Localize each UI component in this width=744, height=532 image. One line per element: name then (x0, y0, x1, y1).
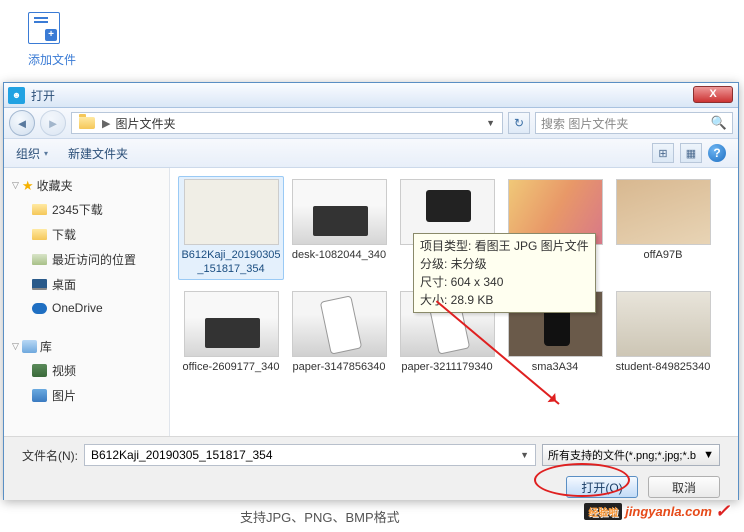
file-name: paper-3147856340 (293, 360, 386, 374)
sidebar-item-recent[interactable]: 最近访问的位置 (10, 247, 163, 272)
sidebar-libraries[interactable]: ▽ 库 (10, 335, 163, 358)
chevron-down-icon: ▽ (12, 180, 19, 191)
picture-icon (32, 389, 47, 402)
file-name: desk-1082044_340 (292, 248, 386, 262)
organize-button[interactable]: 组织▾ (16, 145, 48, 162)
folder-icon (32, 229, 47, 240)
help-button[interactable]: ? (708, 144, 726, 162)
filename-label: 文件名(N): (22, 447, 78, 464)
tooltip: 项目类型: 看图王 JPG 图片文件 分级: 未分级 尺寸: 604 x 340… (413, 233, 596, 313)
nav-bar: ◄ ► ▶ 图片文件夹 ▼ ↻ 搜索 图片文件夹 🔍 (4, 108, 738, 139)
file-thumbnail (292, 291, 387, 357)
add-file-icon: + (28, 12, 60, 44)
plus-badge: + (45, 29, 57, 41)
file-item[interactable]: offA97B (610, 176, 716, 280)
sidebar-item-videos[interactable]: 视频 (10, 358, 163, 383)
dialog-icon: ☻ (8, 87, 25, 104)
file-grid[interactable]: B612Kaji_20190305_151817_354 desk-1082044… (170, 168, 738, 436)
toolbar: 组织▾ 新建文件夹 ⊞ ▦ ? (4, 139, 738, 168)
dialog-titlebar[interactable]: ☻ 打开 X (4, 83, 738, 108)
file-item[interactable]: desk-1082044_340 (286, 176, 392, 280)
search-placeholder: 搜索 图片文件夹 (541, 115, 711, 132)
format-hint: 支持JPG、PNG、BMP格式 (240, 507, 400, 526)
file-thumbnail (616, 179, 711, 245)
close-button[interactable]: X (693, 86, 733, 103)
file-item[interactable]: B612Kaji_20190305_151817_354 (178, 176, 284, 280)
file-thumbnail (616, 291, 711, 357)
dialog-footer: 文件名(N): B612Kaji_20190305_151817_354▼ 所有… (4, 436, 738, 500)
sidebar-item-onedrive[interactable]: OneDrive (10, 297, 163, 319)
folder-icon (32, 204, 47, 215)
preview-pane-button[interactable]: ▦ (680, 143, 702, 163)
breadcrumb[interactable]: 图片文件夹 (112, 115, 178, 132)
open-file-dialog: ☻ 打开 X ◄ ► ▶ 图片文件夹 ▼ ↻ 搜索 图片文件夹 🔍 组织▾ 新建… (3, 82, 739, 500)
forward-button[interactable]: ► (40, 110, 66, 136)
filetype-select[interactable]: 所有支持的文件(*.png;*.jpg;*.b▼ (542, 444, 720, 466)
sidebar-item-downloads[interactable]: 下载 (10, 222, 163, 247)
open-button[interactable]: 打开(O) (566, 476, 638, 498)
address-bar[interactable]: ▶ 图片文件夹 ▼ (71, 112, 503, 134)
file-thumbnail (292, 179, 387, 245)
file-name: offA97B (644, 248, 683, 262)
new-folder-button[interactable]: 新建文件夹 (68, 145, 128, 162)
sidebar-favorites[interactable]: ▽ ★ 收藏夹 (10, 174, 163, 197)
watermark: 经验啦 jingyanla.com ✓ (584, 501, 730, 522)
file-thumbnail (184, 291, 279, 357)
dialog-title: 打开 (31, 87, 55, 104)
search-icon[interactable]: 🔍 (711, 115, 727, 131)
address-dropdown[interactable]: ▼ (481, 118, 500, 128)
file-item[interactable]: office-2609177_340 (178, 288, 284, 377)
desktop-icon (32, 279, 47, 290)
file-name: B612Kaji_20190305_151817_354 (181, 248, 281, 277)
view-mode-button[interactable]: ⊞ (652, 143, 674, 163)
sidebar-item-pictures[interactable]: 图片 (10, 383, 163, 408)
sidebar-item-desktop[interactable]: 桌面 (10, 272, 163, 297)
file-name: student-849825340 (616, 360, 711, 374)
file-name: office-2609177_340 (182, 360, 279, 374)
sidebar-item-2345[interactable]: 2345下载 (10, 197, 163, 222)
refresh-button[interactable]: ↻ (508, 112, 530, 134)
add-file-button[interactable]: + 添加文件 (28, 12, 716, 68)
crumb-sep: ▶ (100, 117, 112, 130)
chevron-down-icon: ▽ (12, 341, 19, 352)
file-name: paper-3211179340 (401, 360, 492, 374)
onedrive-icon (32, 303, 47, 314)
file-name: sma3A34 (532, 360, 578, 374)
sidebar: ▽ ★ 收藏夹 2345下载 下载 最近访问的位置 桌面 OneDrive ▽ … (4, 168, 170, 436)
dialog-body: ▽ ★ 收藏夹 2345下载 下载 最近访问的位置 桌面 OneDrive ▽ … (4, 168, 738, 436)
video-icon (32, 364, 47, 377)
filename-input[interactable]: B612Kaji_20190305_151817_354▼ (84, 444, 536, 466)
recent-icon (32, 254, 47, 265)
back-button[interactable]: ◄ (9, 110, 35, 136)
file-thumbnail (184, 179, 279, 245)
file-item[interactable]: paper-3147856340 (286, 288, 392, 377)
folder-icon (79, 117, 95, 129)
add-file-label: 添加文件 (28, 51, 76, 68)
library-icon (22, 340, 37, 353)
file-item[interactable]: student-849825340 (610, 288, 716, 377)
cancel-button[interactable]: 取消 (648, 476, 720, 498)
search-input[interactable]: 搜索 图片文件夹 🔍 (535, 112, 733, 134)
star-icon: ★ (22, 178, 34, 194)
